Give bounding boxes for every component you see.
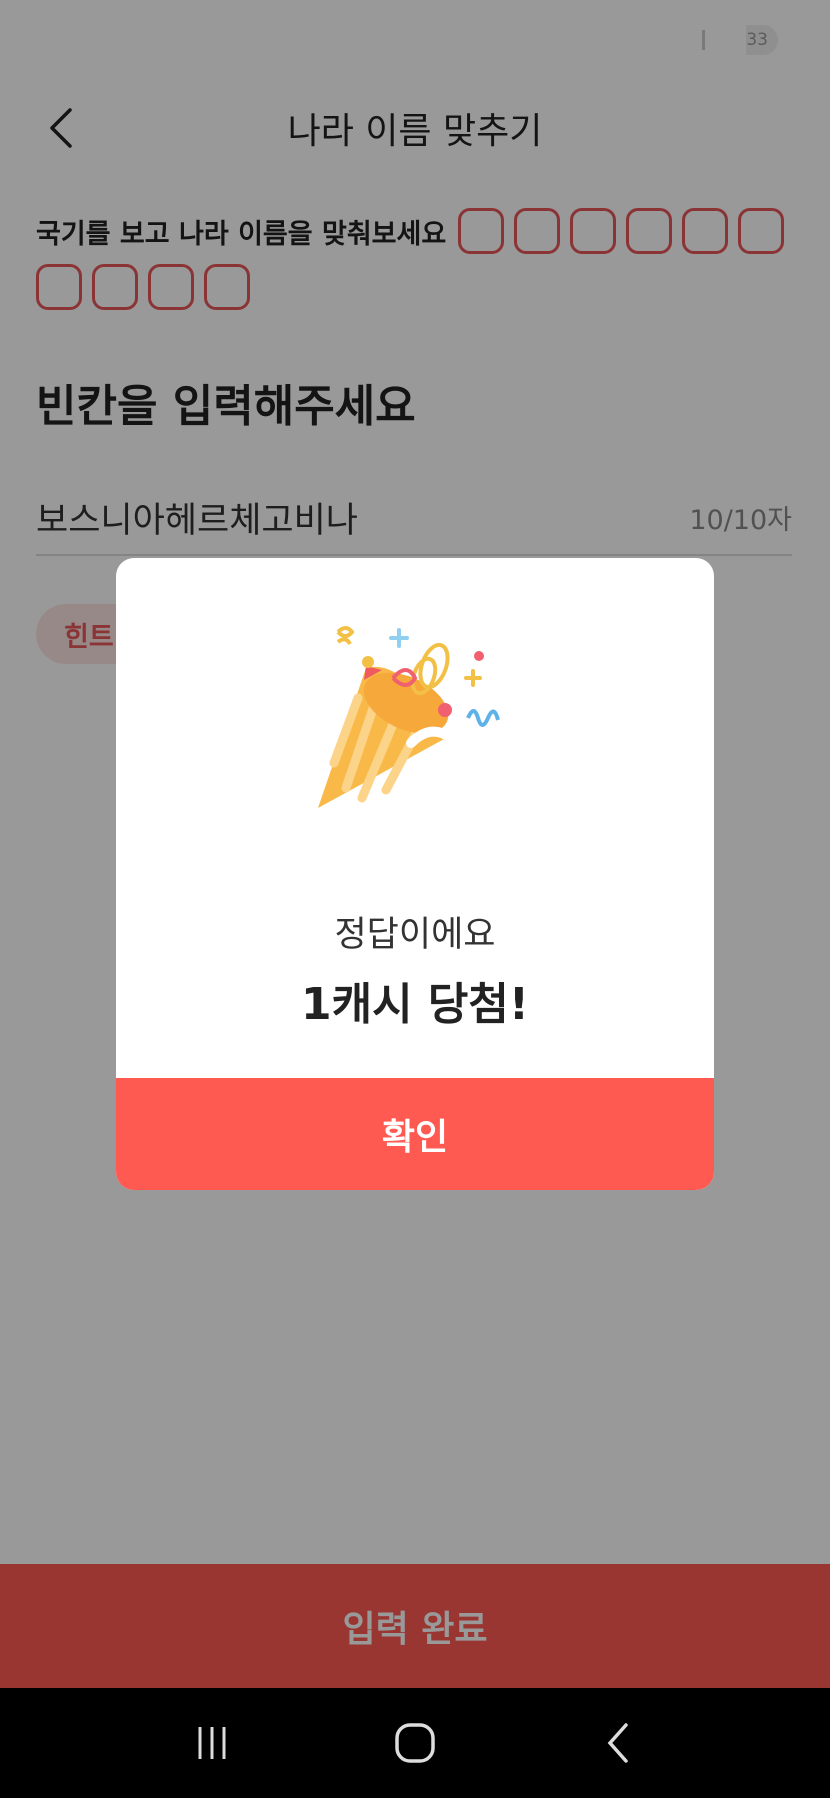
recent-apps-button[interactable] bbox=[172, 1703, 252, 1783]
reward-text: 1캐시 당첨! bbox=[301, 979, 529, 1030]
system-nav-bar bbox=[0, 1688, 830, 1798]
result-dialog: 정답이에요 1캐시 당첨! 확인 bbox=[116, 558, 714, 1190]
home-icon bbox=[395, 1723, 435, 1763]
recent-apps-icon bbox=[198, 1727, 226, 1759]
confirm-button[interactable]: 확인 bbox=[116, 1078, 714, 1190]
nav-back-button[interactable] bbox=[578, 1703, 658, 1783]
result-message: 정답이에요 bbox=[334, 915, 496, 955]
back-icon bbox=[607, 1723, 629, 1763]
home-button[interactable] bbox=[375, 1703, 455, 1783]
party-popper-icon bbox=[296, 618, 536, 858]
